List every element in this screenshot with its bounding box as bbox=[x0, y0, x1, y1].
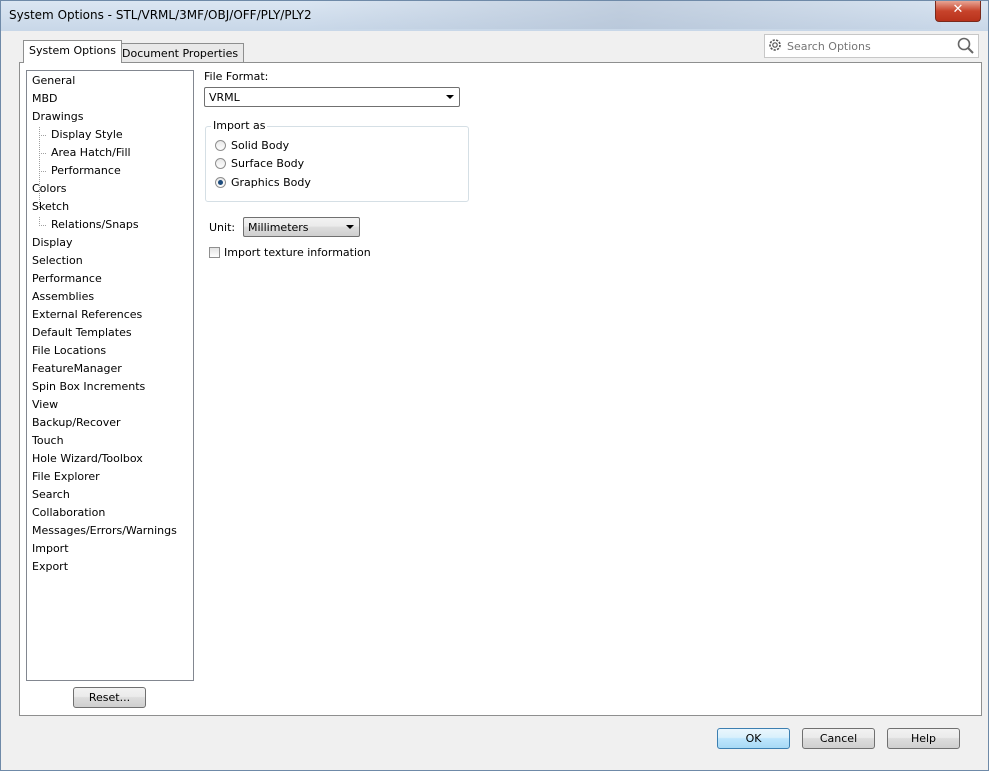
import-as-group: Import as Solid Body Surface Body Graphi… bbox=[205, 119, 469, 202]
tree-item-import[interactable]: Import bbox=[32, 540, 69, 558]
tree-item-selection[interactable]: Selection bbox=[32, 252, 83, 270]
tab-label: System Options bbox=[29, 44, 116, 57]
tree-item-touch[interactable]: Touch bbox=[32, 432, 64, 450]
dialog-client: System Options Document Properties Searc… bbox=[9, 31, 982, 764]
tree-item-featuremanager[interactable]: FeatureManager bbox=[32, 360, 122, 378]
file-format-label: File Format: bbox=[204, 70, 269, 83]
radio-button[interactable] bbox=[215, 158, 226, 169]
import-texture-checkbox[interactable] bbox=[209, 247, 220, 258]
chevron-down-icon bbox=[346, 225, 354, 229]
gear-icon[interactable] bbox=[767, 37, 783, 53]
import-texture-label[interactable]: Import texture information bbox=[224, 246, 371, 259]
search-options-box[interactable] bbox=[764, 34, 979, 58]
tree-item-drawings-performance[interactable]: Performance bbox=[51, 162, 121, 180]
tab-document-properties[interactable]: Document Properties bbox=[116, 43, 245, 64]
ok-button[interactable]: OK bbox=[717, 728, 790, 749]
tree-item-view[interactable]: View bbox=[32, 396, 58, 414]
tree-item-file-locations[interactable]: File Locations bbox=[32, 342, 106, 360]
tree-item-performance[interactable]: Performance bbox=[32, 270, 102, 288]
tree-item-export[interactable]: Export bbox=[32, 558, 68, 576]
background-ribbon-ghost bbox=[301, 1, 941, 29]
close-icon: ✕ bbox=[952, 2, 964, 17]
tree-connector bbox=[39, 171, 46, 172]
file-format-dropdown[interactable]: VRML bbox=[204, 87, 460, 107]
tree-item-spin-box-increments[interactable]: Spin Box Increments bbox=[32, 378, 145, 396]
unit-value: Millimeters bbox=[248, 221, 309, 234]
file-format-value: VRML bbox=[209, 91, 240, 104]
unit-label: Unit: bbox=[209, 221, 236, 234]
tree-item-external-references[interactable]: External References bbox=[32, 306, 142, 324]
options-tree[interactable]: General MBD Drawings Display Style Area … bbox=[26, 70, 194, 681]
radio-label: Solid Body bbox=[231, 139, 290, 152]
tree-connector bbox=[39, 135, 46, 136]
title-bar[interactable]: System Options - STL/VRML/3MF/OBJ/OFF/PL… bbox=[1, 1, 988, 31]
tab-system-options[interactable]: System Options bbox=[23, 40, 122, 63]
chevron-down-icon bbox=[446, 95, 454, 99]
unit-dropdown[interactable]: Millimeters bbox=[243, 217, 360, 237]
tree-connector bbox=[39, 153, 46, 154]
tree-item-general[interactable]: General bbox=[32, 72, 75, 90]
system-options-dialog: System Options - STL/VRML/3MF/OBJ/OFF/PL… bbox=[0, 0, 989, 771]
tree-item-relations-snaps[interactable]: Relations/Snaps bbox=[51, 216, 139, 234]
import-as-title: Import as bbox=[211, 119, 268, 132]
radio-button[interactable] bbox=[215, 140, 226, 151]
search-input[interactable] bbox=[785, 37, 949, 55]
tree-item-messages-errors-warnings[interactable]: Messages/Errors/Warnings bbox=[32, 522, 177, 540]
radio-label: Graphics Body bbox=[231, 176, 311, 189]
tab-label: Document Properties bbox=[122, 47, 239, 60]
cancel-button[interactable]: Cancel bbox=[802, 728, 875, 749]
tree-item-file-explorer[interactable]: File Explorer bbox=[32, 468, 100, 486]
tree-item-collaboration[interactable]: Collaboration bbox=[32, 504, 105, 522]
tree-item-colors[interactable]: Colors bbox=[32, 180, 66, 198]
close-button[interactable]: ✕ bbox=[935, 1, 981, 22]
window-title: System Options - STL/VRML/3MF/OBJ/OFF/PL… bbox=[9, 8, 312, 22]
tree-item-area-hatch-fill[interactable]: Area Hatch/Fill bbox=[51, 144, 131, 162]
tree-connector bbox=[39, 225, 46, 226]
tree-item-display[interactable]: Display bbox=[32, 234, 73, 252]
tree-item-search[interactable]: Search bbox=[32, 486, 70, 504]
tree-item-sketch[interactable]: Sketch bbox=[32, 198, 69, 216]
tree-item-default-templates[interactable]: Default Templates bbox=[32, 324, 132, 342]
tree-item-display-style[interactable]: Display Style bbox=[51, 126, 123, 144]
help-button[interactable]: Help bbox=[887, 728, 960, 749]
tree-item-drawings[interactable]: Drawings bbox=[32, 108, 83, 126]
reset-button[interactable]: Reset... bbox=[73, 687, 146, 708]
radio-label: Surface Body bbox=[231, 157, 305, 170]
tree-item-backup-recover[interactable]: Backup/Recover bbox=[32, 414, 121, 432]
tree-item-assemblies[interactable]: Assemblies bbox=[32, 288, 94, 306]
tree-item-hole-wizard-toolbox[interactable]: Hole Wizard/Toolbox bbox=[32, 450, 143, 468]
tree-item-mbd[interactable]: MBD bbox=[32, 90, 58, 108]
magnifier-icon[interactable] bbox=[956, 36, 976, 56]
radio-button-selected[interactable] bbox=[215, 177, 226, 188]
